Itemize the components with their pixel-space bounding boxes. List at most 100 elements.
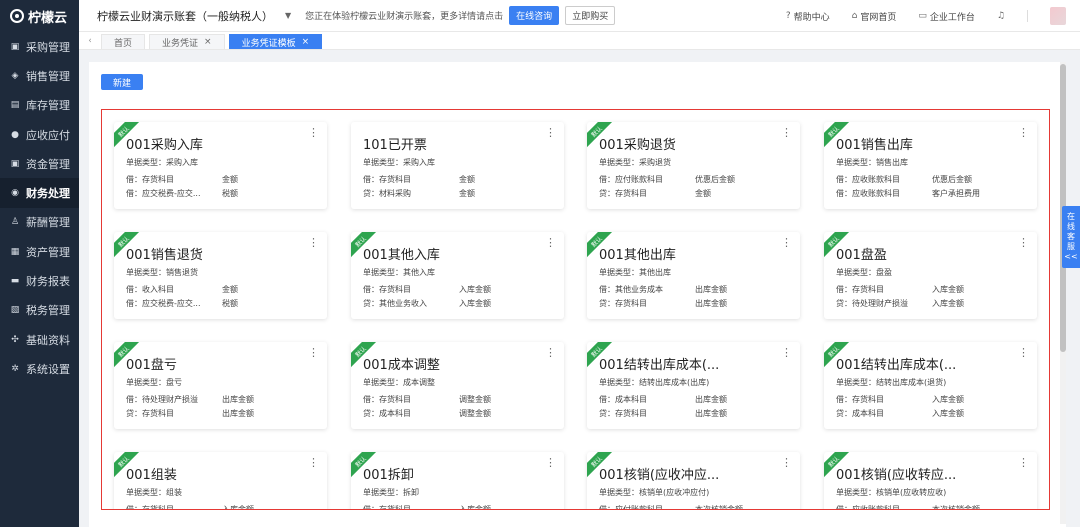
sidebar-item[interactable]: ▦ 资产管理 <box>0 237 79 266</box>
sidebar-item-label: 资金管理 <box>26 157 70 171</box>
main-content: 新建 默认 001采购入库 单据类型：采购入库 ⋮ 借：存货科目 金额 借：应交税费-应交.… <box>79 50 1066 527</box>
sidebar-item[interactable]: ◈ 销售管理 <box>0 61 79 90</box>
card-doc-type: 单据类型：核销单(应收冲应付) <box>599 488 710 497</box>
template-card[interactable]: 默认 001采购入库 单据类型：采购入库 ⋮ 借：存货科目 金额 借：应交税费-应交... 税… <box>114 122 327 209</box>
sidebar-nav: ▣ 采购管理 ◈ 销售管理 ▤ 库存管理 ● 应收应付 ▣ 资金管理 ◉ 财务处理 ♙ 薪酬管理 ▦ 资产管理… <box>0 32 79 384</box>
report-icon: ▬ <box>10 276 20 287</box>
more-vertical-icon[interactable]: ⋮ <box>781 237 792 248</box>
more-vertical-icon[interactable]: ⋮ <box>308 127 319 138</box>
avatar[interactable] <box>1050 7 1066 25</box>
more-vertical-icon[interactable]: ⋮ <box>1018 457 1029 468</box>
voucher-entry-line: 借：存货科目 入库金额 <box>126 504 254 509</box>
help-center-link[interactable]: ? 帮助中心 <box>786 10 830 23</box>
voucher-entry-line: 借：存货科目 入库金额 <box>363 504 491 509</box>
template-card[interactable]: 默认 001核销(应收冲应... 单据类型：核销单(应收冲应付) ⋮ 借：应付账款科目本… <box>587 452 800 509</box>
template-card[interactable]: 101已开票 单据类型：采购入库 ⋮ 借：存货科目 金额 贷：材料采购 金额 <box>351 122 564 209</box>
template-card[interactable]: 默认 001销售出库 单据类型：销售出库 ⋮ 借：应收账款科目 优惠后金额 借：应收账款科目… <box>824 122 1037 209</box>
entry-account: 借：存货科目 <box>836 395 884 404</box>
more-vertical-icon[interactable]: ⋮ <box>781 127 792 138</box>
sidebar-item[interactable]: ▣ 资金管理 <box>0 149 79 178</box>
online-consult-button[interactable]: 在线咨询 <box>509 6 560 25</box>
voucher-entry-line: 借：应收账款科目 客户承担费用 <box>836 188 980 199</box>
voucher-entry-line: 借：存货科目 入库金额 <box>836 284 964 295</box>
tab-scroll-left-icon[interactable]: ‹ <box>83 36 97 46</box>
tab[interactable]: 业务凭证模板 × <box>228 34 323 49</box>
entry-amount-field: 调整金额 <box>459 409 491 418</box>
official-home-label: 官网首页 <box>860 12 897 23</box>
card-title: 101已开票 <box>363 138 427 153</box>
bell-icon[interactable]: ♫ <box>997 11 1005 21</box>
card-doc-type: 单据类型：结转出库成本(出库) <box>599 378 710 387</box>
new-button[interactable]: 新建 <box>101 74 143 90</box>
close-icon[interactable]: × <box>204 37 212 47</box>
more-vertical-icon[interactable]: ⋮ <box>308 457 319 468</box>
sidebar-item-label: 系统设置 <box>26 362 70 376</box>
template-card[interactable]: 默认 001其他入库 单据类型：其他入库 ⋮ 借：存货科目 入库金额 贷：其他业务收入 入库金… <box>351 232 564 319</box>
sidebar-item[interactable]: ▬ 财务报表 <box>0 266 79 295</box>
vertical-scrollbar[interactable] <box>1060 62 1066 524</box>
sidebar-item[interactable]: ◉ 财务处理 <box>0 178 79 208</box>
buy-now-button[interactable]: 立即购买 <box>565 6 616 25</box>
template-panel: 新建 默认 001采购入库 单据类型：采购入库 ⋮ 借：存货科目 金额 借：应交税费-应交.… <box>89 62 1066 527</box>
more-vertical-icon[interactable]: ⋮ <box>781 457 792 468</box>
more-vertical-icon[interactable]: ⋮ <box>545 457 556 468</box>
tab[interactable]: 业务凭证 × <box>149 34 225 49</box>
template-card[interactable]: 默认 001销售退货 单据类型：销售退货 ⋮ 借：收入科目 金额 借：应交税费-应交... 税… <box>114 232 327 319</box>
more-vertical-icon[interactable]: ⋮ <box>308 347 319 358</box>
tab[interactable]: 首页 <box>101 34 146 49</box>
more-vertical-icon[interactable]: ⋮ <box>308 237 319 248</box>
official-home-link[interactable]: ⌂ 官网首页 <box>852 10 897 23</box>
top-bar: 柠檬云业财演示账套（一般纳税人） ▼ 您正在体验柠檬云业财演示账套，更多详情请点… <box>79 0 1080 32</box>
tab-bar: ‹ 首页 业务凭证 × 业务凭证模板 × <box>79 32 1080 50</box>
template-card[interactable]: 默认 001其他出库 单据类型：其他出库 ⋮ 借：其他业务成本 出库金额 贷：存货科目 出库金… <box>587 232 800 319</box>
template-card[interactable]: 默认 001核销(应收转应... 单据类型：核销单(应收转应收) ⋮ 借：应收账款科目本… <box>824 452 1037 509</box>
card-title: 001结转出库成本(... <box>836 358 957 373</box>
template-card[interactable]: 默认 001采购退货 单据类型：采购退货 ⋮ 借：应付账款科目 优惠后金额 贷：存货科目 金额 <box>587 122 800 209</box>
template-card[interactable]: 默认 001组装 单据类型：组装 ⋮ 借：存货科目 入库金额 <box>114 452 327 509</box>
more-vertical-icon[interactable]: ⋮ <box>1018 127 1029 138</box>
card-doc-type: 单据类型：销售出库 <box>836 158 908 167</box>
voucher-entry-line: 贷：存货科目 出库金额 <box>126 408 254 419</box>
card-doc-type: 单据类型：其他出库 <box>599 268 671 277</box>
more-vertical-icon[interactable]: ⋮ <box>1018 347 1029 358</box>
voucher-entry-line: 借：存货科目 入库金额 <box>836 394 964 405</box>
card-title: 001盘亏 <box>126 358 177 373</box>
template-card[interactable]: 默认 001盘亏 单据类型：盘亏 ⋮ 借：待处理财产损溢 出库金额 贷：存货科目 出库金额 <box>114 342 327 429</box>
enterprise-workspace-link[interactable]: ▭ 企业工作台 <box>918 10 975 23</box>
template-card[interactable]: 默认 001结转出库成本(... 单据类型：结转出库成本(退货) ⋮ 借：存货科目 入库金… <box>824 342 1037 429</box>
sidebar-item-label: 库存管理 <box>26 99 70 113</box>
entry-amount-field: 入库金额 <box>932 409 964 418</box>
entry-amount-field: 客户承担费用 <box>932 189 980 198</box>
service-char: 在 <box>1067 212 1075 221</box>
service-char: 线 <box>1067 222 1075 231</box>
template-card[interactable]: 默认 001成本调整 单据类型：成本调整 ⋮ 借：存货科目 调整金额 贷：成本科目 调整金额 <box>351 342 564 429</box>
voucher-entry-line: 贷：成本科目 调整金额 <box>363 408 491 419</box>
entry-amount-field: 金额 <box>459 189 475 198</box>
sidebar-item[interactable]: ♙ 薪酬管理 <box>0 208 79 237</box>
more-vertical-icon[interactable]: ⋮ <box>781 347 792 358</box>
more-vertical-icon[interactable]: ⋮ <box>545 127 556 138</box>
sidebar-item-label: 采购管理 <box>26 40 70 54</box>
card-title: 001销售退货 <box>126 248 203 263</box>
sidebar-item[interactable]: ▣ 采购管理 <box>0 32 79 61</box>
template-card[interactable]: 默认 001结转出库成本(... 单据类型：结转出库成本(出库) ⋮ 借：成本科目 出库金… <box>587 342 800 429</box>
account-selector[interactable]: 柠檬云业财演示账套（一般纳税人） ▼ <box>97 8 291 24</box>
template-card[interactable]: 默认 001拆卸 单据类型：拆卸 ⋮ 借：存货科目 入库金额 <box>351 452 564 509</box>
more-vertical-icon[interactable]: ⋮ <box>545 237 556 248</box>
more-vertical-icon[interactable]: ⋮ <box>545 347 556 358</box>
sidebar-item[interactable]: ▤ 库存管理 <box>0 91 79 120</box>
entry-amount-field: 金额 <box>222 175 238 184</box>
online-service-tab[interactable]: 在 线 客 服 << <box>1062 206 1080 268</box>
brand-logo[interactable]: 柠檬云 <box>0 0 79 32</box>
enterprise-workspace-label: 企业工作台 <box>929 12 975 23</box>
sidebar-item[interactable]: ● 应收应付 <box>0 120 79 149</box>
close-icon[interactable]: × <box>302 37 310 47</box>
template-card[interactable]: 默认 001盘盈 单据类型：盘盈 ⋮ 借：存货科目 入库金额 贷：待处理财产损溢 入库金额 <box>824 232 1037 319</box>
sidebar-item[interactable]: ▧ 税务管理 <box>0 296 79 325</box>
sidebar-item[interactable]: ✲ 系统设置 <box>0 354 79 383</box>
entry-amount-field: 优惠后金额 <box>932 175 972 184</box>
entry-amount-field: 金额 <box>222 285 238 294</box>
more-vertical-icon[interactable]: ⋮ <box>1018 237 1029 248</box>
entry-account: 借：存货科目 <box>363 175 411 184</box>
sidebar-item[interactable]: ✣ 基础资料 <box>0 325 79 354</box>
